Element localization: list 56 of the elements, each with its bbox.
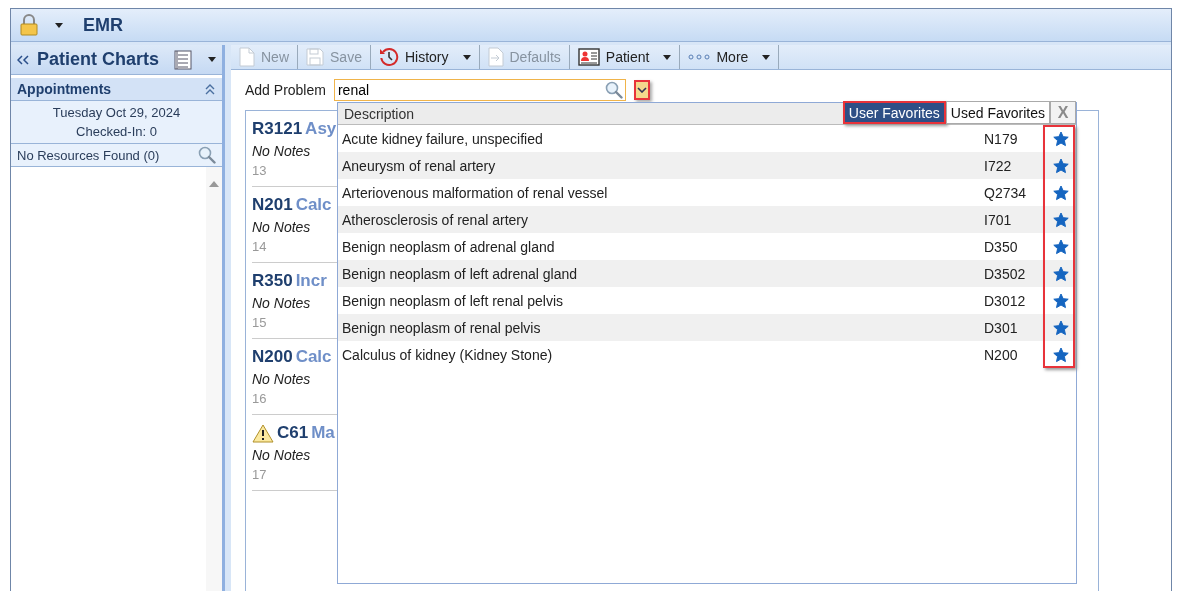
problem-code: N201 bbox=[252, 195, 293, 215]
problem-code: R350 bbox=[252, 271, 293, 291]
toolbar-button[interactable]: More bbox=[680, 45, 780, 69]
search-field[interactable]: renal bbox=[333, 79, 626, 101]
diagnosis-code: N179 bbox=[984, 130, 1019, 147]
diagnosis-description: Acute kidney failure, unspecified bbox=[342, 130, 544, 147]
diagnosis-code: D3012 bbox=[984, 292, 1027, 309]
problem-number: 15 bbox=[252, 315, 268, 330]
problem-code: N200 bbox=[252, 347, 293, 367]
diagnosis-code: N200 bbox=[984, 346, 1019, 363]
problem-code: C61 bbox=[277, 423, 309, 443]
notes-text: No Notes bbox=[252, 447, 312, 463]
result-row[interactable]: Arteriovenous malformation of renal vessel Q2734 bbox=[338, 179, 1076, 206]
section-title: Appointments bbox=[17, 81, 112, 97]
diagnosis-code: D301 bbox=[984, 319, 1019, 336]
diagnosis-description: Aneurysm of renal artery bbox=[342, 157, 497, 174]
result-row[interactable]: Benign neoplasm of left renal pelvis D3012 bbox=[338, 287, 1076, 314]
diagnosis-code: I701 bbox=[984, 211, 1013, 228]
diagnosis-description: Arteriovenous malformation of renal vessel bbox=[342, 184, 609, 201]
diagnosis-description: Benign neoplasm of adrenal gland bbox=[342, 238, 556, 255]
resources-text: No Resources Found (0) bbox=[17, 147, 160, 163]
favorites-tab[interactable]: User Favorites bbox=[842, 101, 946, 124]
diagnosis-code: Q2734 bbox=[984, 184, 1028, 201]
favorites-tab[interactable]: Used Favorites bbox=[945, 101, 1050, 124]
notes-text: No Notes bbox=[252, 143, 312, 159]
diagnosis-description: Atherosclerosis of renal artery bbox=[342, 211, 529, 228]
diagnosis-code: D3502 bbox=[984, 265, 1027, 282]
date-text: Tuesday Oct 29, 2024 bbox=[52, 105, 181, 120]
field-label: Add Problem bbox=[245, 82, 326, 98]
result-row[interactable]: Acute kidney failure, unspecified N179 bbox=[338, 125, 1076, 152]
notes-text: No Notes bbox=[252, 371, 312, 387]
toolbar-button[interactable]: History bbox=[370, 45, 480, 69]
diagnosis-code: D350 bbox=[984, 238, 1019, 255]
diagnosis-description: Benign neoplasm of left adrenal gland bbox=[342, 265, 579, 282]
panel-title: Patient Charts bbox=[37, 49, 161, 70]
notes-text: No Notes bbox=[252, 295, 312, 311]
column-header: Description bbox=[344, 105, 416, 122]
problem-number: 14 bbox=[252, 239, 268, 254]
result-row[interactable]: Aneurysm of renal artery I722 bbox=[338, 152, 1076, 179]
problem-number: 16 bbox=[252, 391, 268, 406]
diagnosis-description: Benign neoplasm of left renal pelvis bbox=[342, 292, 565, 309]
result-row[interactable]: Benign neoplasm of renal pelvis D301 bbox=[338, 314, 1076, 341]
diagnosis-description: Calculus of kidney (Kidney Stone) bbox=[342, 346, 554, 363]
result-row[interactable]: Atherosclerosis of renal artery I701 bbox=[338, 206, 1076, 233]
notes-text: No Notes bbox=[252, 219, 312, 235]
checked-in-count: Checked-In: 0 bbox=[76, 124, 157, 139]
result-row[interactable]: Benign neoplasm of left adrenal gland D3502 bbox=[338, 260, 1076, 287]
diagnosis-code: I722 bbox=[984, 157, 1013, 174]
toolbar-button[interactable]: Patient bbox=[569, 45, 681, 69]
result-row[interactable]: Benign neoplasm of adrenal gland D350 bbox=[338, 233, 1076, 260]
diagnosis-description: Benign neoplasm of renal pelvis bbox=[342, 319, 542, 336]
problem-number: 13 bbox=[252, 163, 268, 178]
problem-number: 17 bbox=[252, 467, 268, 482]
result-row[interactable]: Calculus of kidney (Kidney Stone) N200 bbox=[338, 341, 1076, 368]
app-title: EMR bbox=[83, 14, 123, 36]
problem-code: R3121 bbox=[252, 119, 303, 139]
